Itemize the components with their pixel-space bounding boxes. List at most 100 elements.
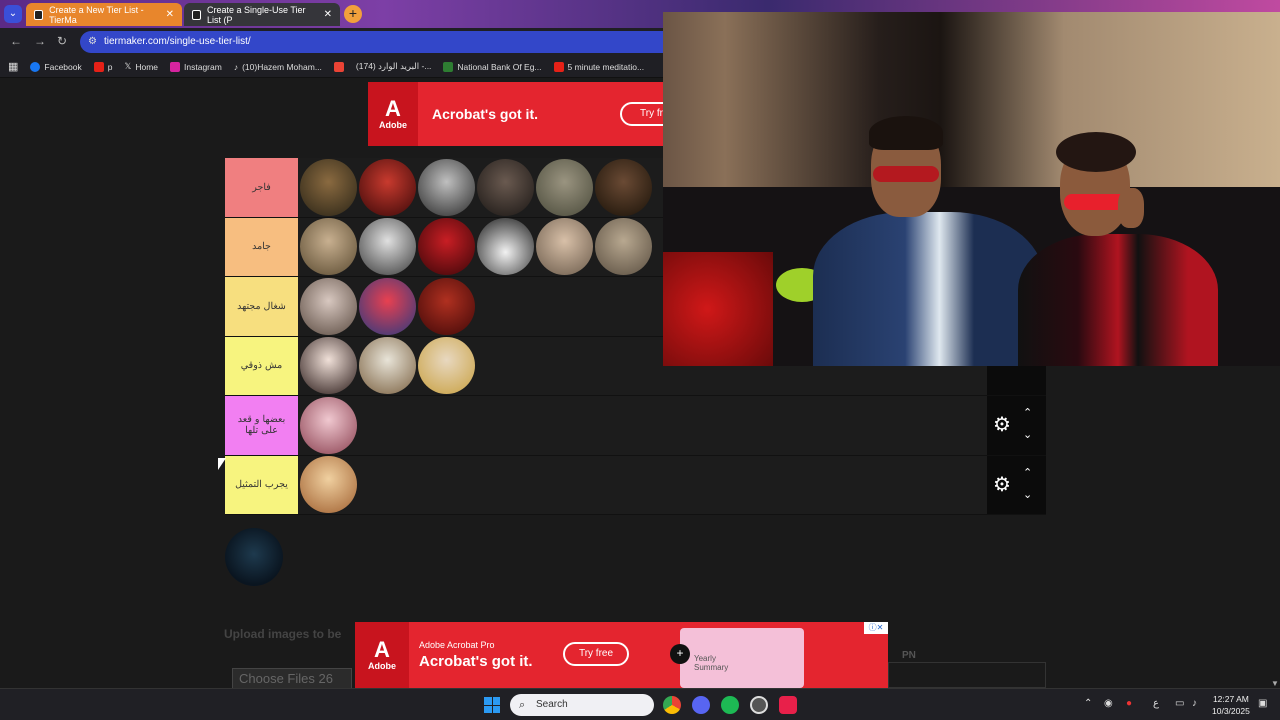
tier-item-image[interactable]	[595, 158, 652, 216]
ad-banner-bottom[interactable]: A Adobe Adobe Acrobat Pro Acrobat's got i…	[355, 622, 888, 688]
file-name-box	[888, 662, 1046, 688]
tier-label[interactable]: جامد	[225, 217, 298, 276]
clock-date: 10/3/2025	[1212, 706, 1250, 716]
chevron-up-icon[interactable]: ⌃	[1023, 406, 1032, 419]
back-arrow-icon[interactable]: ←	[10, 34, 22, 48]
tier-item-image[interactable]	[477, 158, 534, 216]
bookmark-meditation[interactable]: 5 minute meditatio...	[553, 61, 644, 72]
ad-text: Adobe Acrobat Pro Acrobat's got it.	[419, 640, 533, 670]
tab-search-button[interactable]: ⌄	[4, 5, 22, 23]
search-icon: ⌕	[519, 699, 526, 711]
reload-icon[interactable]: ↻	[57, 34, 67, 48]
ad-cta-button[interactable]: Try free	[563, 642, 629, 666]
facebook-icon	[30, 61, 41, 72]
windows-start-icon[interactable]	[484, 697, 500, 713]
gear-icon[interactable]: ⚙	[991, 414, 1013, 436]
bookmark-instagram[interactable]: Instagram	[170, 61, 222, 72]
tier-item-image[interactable]	[300, 456, 357, 514]
tier-item-image[interactable]	[359, 218, 416, 276]
new-tab-button[interactable]: +	[344, 5, 362, 23]
tier-item-image[interactable]	[418, 218, 475, 276]
tier-label[interactable]: فاجر	[225, 158, 298, 217]
discord-tray-icon[interactable]: ◉	[1104, 698, 1113, 709]
bookmark-national-bank[interactable]: National Bank Of Eg...	[443, 61, 542, 72]
tier-item-image[interactable]	[536, 158, 593, 216]
tier-item-image[interactable]	[300, 218, 357, 276]
microphone-icon[interactable]: ●	[1126, 698, 1132, 709]
bank-icon	[443, 61, 454, 72]
tier-item-image[interactable]	[359, 337, 416, 395]
notifications-icon[interactable]: ▣	[1258, 698, 1267, 709]
bookmark-label: Home	[135, 61, 159, 72]
app-icon[interactable]	[750, 696, 768, 714]
tier-label[interactable]: بعضها و قعد على تلها	[225, 396, 298, 455]
tier-label[interactable]: شغال مجتهد	[225, 277, 298, 336]
chrome-icon[interactable]	[663, 696, 681, 714]
ad-product: Adobe Acrobat Pro	[419, 640, 495, 650]
clock[interactable]: 12:27 AM 10/3/2025	[1212, 693, 1250, 717]
tier-item-image[interactable]	[595, 218, 652, 276]
screen: ⌄ Create a New Tier List - TierMa ✕ Crea…	[0, 0, 1280, 720]
chevron-up-icon[interactable]: ⌃	[1084, 698, 1092, 709]
tier-label[interactable]: مش ذوقي	[225, 336, 298, 395]
tier-item-image[interactable]	[418, 337, 475, 395]
chevron-up-icon[interactable]: ⌃	[1023, 466, 1032, 479]
choose-files-button[interactable]: Choose Files 26	[232, 668, 352, 690]
adchoices-icon[interactable]: ⓘ✕	[864, 622, 888, 634]
bookmark-facebook[interactable]: Facebook	[30, 61, 82, 72]
url-text: tiermaker.com/single-use-tier-list/	[104, 36, 251, 47]
bookmark-tiktok[interactable]: ♪ (10)Hazem Moham...	[234, 62, 322, 72]
taskbar-search[interactable]: ⌕ Search	[510, 694, 654, 716]
tab-tiermaker-single-use[interactable]: Create a Single-Use Tier List (P ✕	[184, 3, 340, 26]
gear-icon[interactable]: ⚙	[991, 474, 1013, 496]
tab-tiermaker-new[interactable]: Create a New Tier List - TierMa ✕	[26, 3, 182, 26]
tier-item-image[interactable]	[300, 337, 357, 395]
tier-item-image[interactable]	[477, 218, 534, 276]
discord-icon[interactable]	[692, 696, 710, 714]
ad-preview-image: Yearly Summary	[680, 628, 804, 688]
chevron-down-icon[interactable]: ⌄	[1023, 428, 1032, 441]
unranked-item-image[interactable]	[225, 528, 283, 586]
tier-label-text: شغال مجتهد	[237, 300, 286, 312]
tier-item-image[interactable]	[359, 158, 416, 216]
tiktok-icon: ♪	[233, 61, 239, 72]
forward-arrow-icon[interactable]: →	[34, 34, 46, 48]
bookmark-gmail[interactable]	[333, 61, 344, 72]
tier-item-image[interactable]	[418, 158, 475, 216]
spotify-icon[interactable]	[721, 696, 739, 714]
apps-grid-icon[interactable]: ▦	[8, 60, 18, 73]
tiktok-icon[interactable]	[779, 696, 797, 714]
tier-item-image[interactable]	[359, 277, 416, 335]
language-indicator[interactable]: ع	[1153, 698, 1159, 709]
close-icon[interactable]: ✕	[166, 9, 174, 20]
tier-item-image[interactable]	[418, 277, 475, 335]
address-bar[interactable]: ⚙ tiermaker.com/single-use-tier-list/	[80, 31, 680, 53]
page-scrollbar[interactable]: ▼	[1270, 366, 1280, 688]
tier-label[interactable]: يجرب التمثيل	[225, 455, 298, 514]
choose-files-count: 26	[318, 671, 333, 686]
tier-item-image[interactable]	[300, 396, 357, 454]
bookmark-label: (10)Hazem Moham...	[242, 61, 322, 72]
tiermaker-favicon-icon	[34, 9, 44, 20]
close-icon[interactable]: ✕	[324, 9, 332, 20]
tier-item-image[interactable]	[300, 158, 357, 216]
tier-item-image[interactable]	[300, 277, 357, 335]
tier-row: يجرب التمثيل ⚙ ⌃ ⌄	[225, 455, 1046, 515]
instagram-icon	[170, 61, 181, 72]
chevron-down-icon[interactable]: ⌄	[1023, 488, 1032, 501]
site-info-icon[interactable]: ⚙	[88, 31, 97, 53]
adobe-logo: A Adobe	[355, 622, 409, 688]
youtube-icon	[553, 61, 564, 72]
volume-icon[interactable]: ♪	[1192, 698, 1197, 709]
bookmark-youtube-p[interactable]: p	[93, 61, 112, 72]
upload-heading: Upload images to be	[224, 627, 342, 641]
bookmark-x-home[interactable]: 𝕏 Home	[124, 61, 158, 72]
ad-add-icon[interactable]: +	[670, 644, 690, 664]
ad-brand: Adobe	[368, 661, 396, 671]
tier-row: بعضها و قعد على تلها ⚙ ⌃ ⌄	[225, 396, 1046, 456]
ad-banner-top[interactable]: A Adobe Acrobat's got it. Try fr	[368, 82, 690, 146]
tier-item-image[interactable]	[536, 218, 593, 276]
bookmark-mail-inbox[interactable]: (174) البريد الوارد -...	[356, 61, 432, 72]
scroll-down-icon[interactable]: ▼	[1271, 679, 1279, 688]
network-icon[interactable]: ▭	[1175, 698, 1184, 709]
